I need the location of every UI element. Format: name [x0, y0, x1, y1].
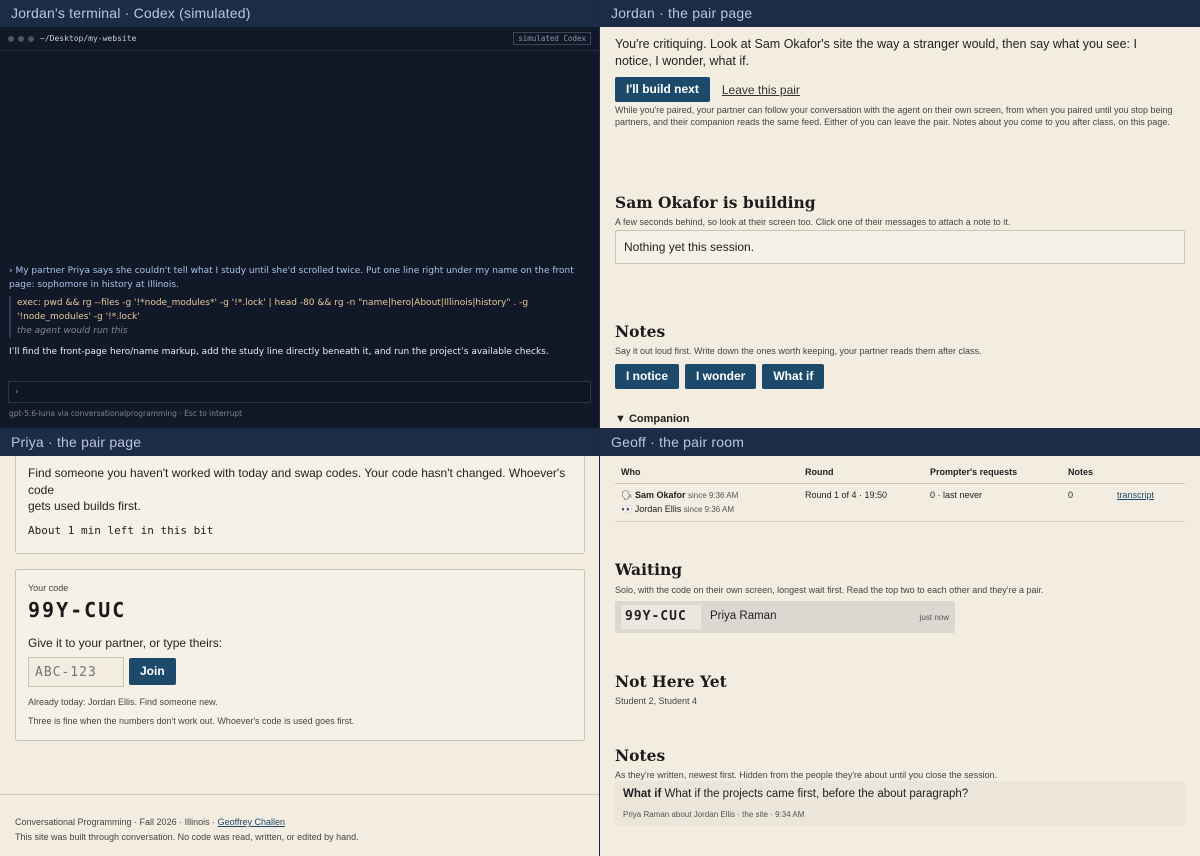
minimize-dot-icon[interactable] [18, 35, 24, 42]
waiting-time: just now [919, 613, 949, 622]
notes-heading: Notes [615, 322, 666, 341]
pane-title: Geoff · the pair room [600, 429, 1200, 456]
note-text: What if the projects came first, before … [661, 788, 969, 800]
pair-actions: I'll build next Leave this pair [615, 77, 800, 102]
note-kind: What if [623, 788, 662, 800]
swap-instructions: Find someone you haven't worked with tod… [28, 466, 566, 513]
not-here-list: Student 2, Student 4 [615, 696, 698, 706]
pane-title: Jordan's terminal · Codex (simulated) [0, 0, 599, 27]
exec-block: exec: pwd && rg --files -g '!*node_modul… [9, 296, 539, 338]
room-notes-subtext: As they're written, newest first. Hidden… [615, 770, 998, 780]
simulated-badge: simulated Codex [513, 32, 591, 45]
leave-pair-link[interactable]: Leave this pair [722, 83, 800, 97]
already-paired-note: Already today: Jordan Ellis. Find someon… [28, 697, 218, 707]
room-notes-heading: Notes [615, 746, 666, 765]
give-code-label: Give it to your partner, or type theirs: [28, 636, 223, 650]
table-header: Who Round Prompter's requests Notes [615, 460, 1185, 484]
i-wonder-button[interactable]: I wonder [685, 364, 757, 389]
agent-reply: I’ll find the front-page hero/name marku… [9, 347, 549, 357]
i-notice-button[interactable]: I notice [615, 364, 680, 389]
who-critic: 👀 Jordan Ellis since 9:36 AM [621, 504, 734, 515]
what-if-button[interactable]: What if [762, 364, 825, 389]
waiting-code: 99Y-CUC [621, 605, 701, 629]
building-heading: Sam Okafor is building [615, 193, 816, 212]
pane-title: Jordan · the pair page [600, 0, 1200, 27]
note-buttons: I notice I wonder What if [615, 364, 825, 389]
col-round: Round [805, 467, 834, 477]
col-who: Who [621, 467, 641, 477]
terminal: ~/Desktop/my-website simulated Codex [0, 27, 599, 428]
footer-divider [0, 794, 599, 795]
critic-since: since 9:36 AM [683, 505, 735, 514]
your-code: 99Y-CUC [28, 598, 127, 622]
prompter-since: since 9:36 AM [688, 491, 739, 500]
user-prompt: › My partner Priya says she couldn't tel… [9, 266, 574, 290]
who-prompter: 🗣 Sam Okafor since 9:36 AM [621, 490, 738, 501]
footer-course: Conversational Programming · Fall 2026 ·… [15, 817, 285, 827]
maximize-dot-icon[interactable] [28, 35, 34, 42]
speaker-icon: 🗣 [621, 490, 633, 500]
notes-subtext: Say it out loud first. Write down the on… [615, 346, 982, 356]
join-button[interactable]: Join [129, 658, 176, 685]
waiting-heading: Waiting [615, 560, 683, 579]
round-cell: Round 1 of 4 · 19:50 [805, 490, 888, 500]
requests-cell: 0 · last never [930, 490, 983, 500]
partner-code-input[interactable] [28, 657, 124, 687]
notes-cell: 0 [1068, 490, 1074, 500]
close-dot-icon[interactable] [8, 35, 14, 42]
waiting-name: Priya Raman [710, 610, 777, 622]
transcript-link[interactable]: transcript [1117, 490, 1154, 500]
note-card: What if What if the projects came first,… [615, 781, 1185, 825]
note-body: What if What if the projects came first,… [623, 788, 968, 800]
companion-toggle[interactable]: ▼ Companion [615, 413, 689, 425]
code-card: Your code 99Y-CUC Give it to your partne… [15, 569, 585, 741]
build-next-button[interactable]: I'll build next [615, 77, 710, 102]
footer-course-text: Conversational Programming · Fall 2026 ·… [15, 817, 218, 827]
pairs-table: Who Round Prompter's requests Notes 🗣 Sa… [615, 460, 1185, 522]
terminal-status: gpt-5.6-luna via conversationalprogrammi… [9, 409, 243, 418]
note-meta: Priya Raman about Jordan Ellis · the sit… [623, 810, 805, 819]
footer-note: This site was built through conversation… [15, 832, 359, 842]
jordan-pair-page: Jordan · the pair page You're critiquing… [600, 0, 1200, 428]
terminal-titlebar: ~/Desktop/my-website simulated Codex [0, 27, 599, 51]
critique-intro: You're critiquing. Look at Sam Okafor's … [615, 37, 1137, 68]
building-subtext: A few seconds behind, so look at their s… [615, 217, 1011, 227]
time-left: About 1 min left in this bit [28, 524, 214, 537]
critic-name: Jordan Ellis [634, 504, 682, 514]
your-code-label: Your code [28, 583, 69, 593]
col-requests: Prompter's requests [930, 467, 1018, 477]
prompter-name: Sam Okafor [634, 490, 686, 500]
terminal-input[interactable]: › [8, 381, 591, 403]
window-controls [8, 35, 34, 42]
exec-note: the agent would run this [17, 326, 128, 336]
three-fine-note: Three is fine when the numbers don't wor… [28, 716, 355, 726]
col-notes: Notes [1068, 467, 1094, 477]
table-row: 🗣 Sam Okafor since 9:36 AM 👀 Jordan Elli… [615, 484, 1185, 522]
eyes-icon: 👀 [621, 504, 633, 514]
footer-author-link[interactable]: Geoffrey Challen [218, 817, 285, 827]
not-here-heading: Not Here Yet [615, 672, 727, 691]
quad-layout: Jordan's terminal · Codex (simulated) ~/… [0, 0, 1200, 856]
partner-feed[interactable]: Nothing yet this session. [615, 230, 1185, 264]
pair-info: While you're paired, your partner can fo… [615, 105, 1173, 127]
jordan-terminal-pane: Jordan's terminal · Codex (simulated) ~/… [0, 0, 599, 428]
pane-title: Priya · the pair page [0, 429, 599, 456]
terminal-path: ~/Desktop/my-website [40, 34, 137, 43]
waiting-entry[interactable]: 99Y-CUC Priya Raman just now [615, 601, 955, 633]
exec-command: exec: pwd && rg --files -g '!*node_modul… [17, 298, 529, 322]
waiting-subtext: Solo, with the code on their own screen,… [615, 585, 1044, 595]
